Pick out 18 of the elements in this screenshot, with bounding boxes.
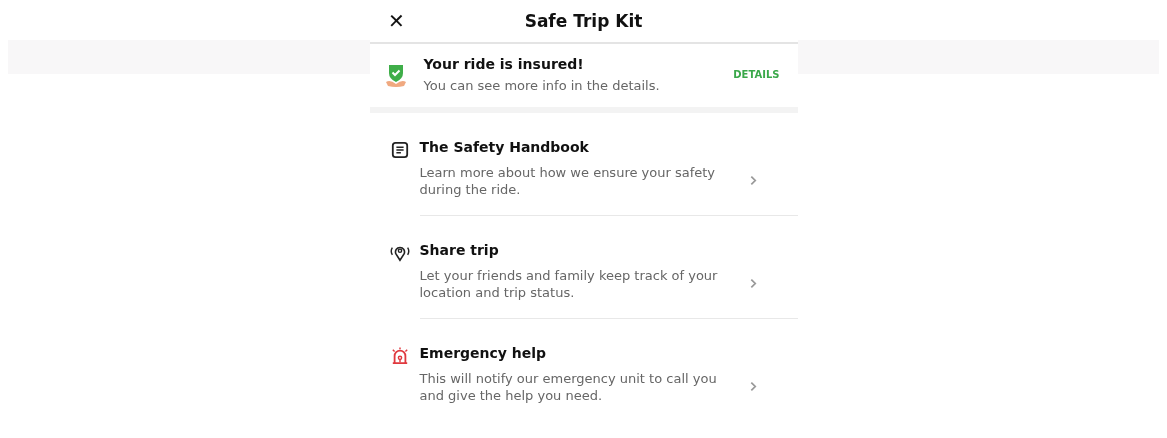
location-pin-icon xyxy=(388,244,411,262)
menu-item[interactable]: Share trip Let your friends and family keep track of your location and trip status. xyxy=(369,216,798,319)
menu-item[interactable]: The Safety Handbook Learn more about how we ensure your safety during the ride. xyxy=(369,113,798,216)
item-description: Learn more about how we ensure your safety during the ride. xyxy=(419,164,717,198)
menu-item[interactable]: Emergency help This will notify our emergency unit to call you and give the help you need. xyxy=(369,319,798,421)
document-icon xyxy=(390,141,409,159)
item-description: Let your friends and family keep track of your location and trip status. xyxy=(419,267,719,301)
chevron-icon xyxy=(749,278,757,289)
chevron-icon xyxy=(749,175,757,186)
screen-title: Safe Trip Kit xyxy=(523,11,644,31)
item-title: Share trip xyxy=(419,242,500,258)
chevron-icon xyxy=(749,381,757,392)
insurance-title: Your ride is insured! xyxy=(423,56,585,72)
item-description: This will notify our emergency unit to call you and give the help you need. xyxy=(419,370,718,404)
item-title: Emergency help xyxy=(419,345,548,361)
insurance-text: You can see more info in the details. xyxy=(423,78,661,93)
item-title: The Safety Handbook xyxy=(419,139,590,155)
close-button[interactable]: ✕ xyxy=(385,9,408,33)
